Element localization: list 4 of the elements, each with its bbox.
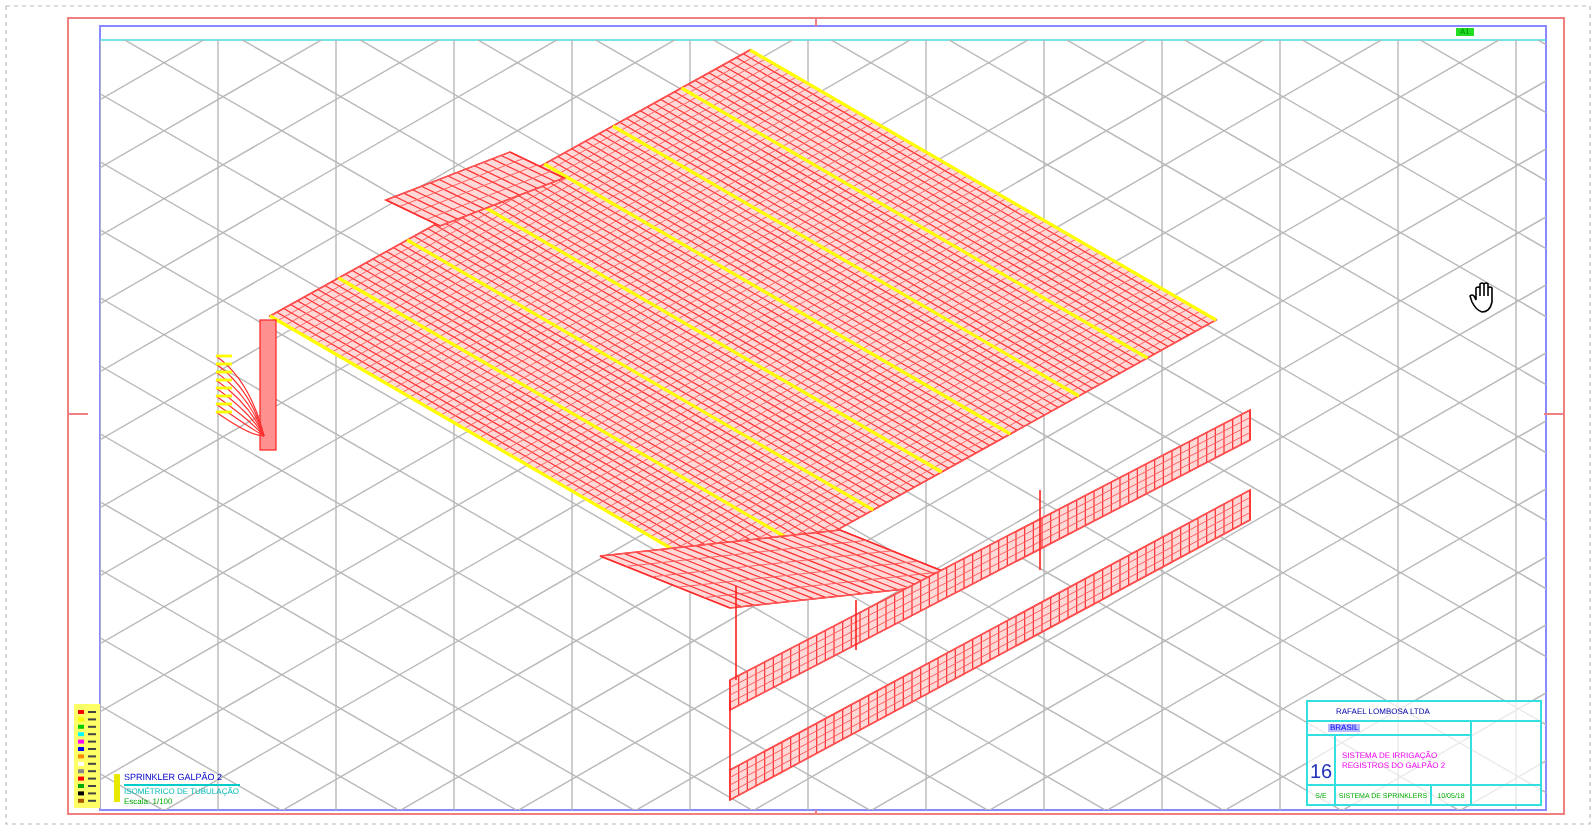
hand-cursor-icon bbox=[1469, 282, 1493, 313]
sheet-number: 16 bbox=[1309, 762, 1333, 784]
label-marker bbox=[114, 774, 120, 802]
layer-legend bbox=[74, 704, 100, 808]
